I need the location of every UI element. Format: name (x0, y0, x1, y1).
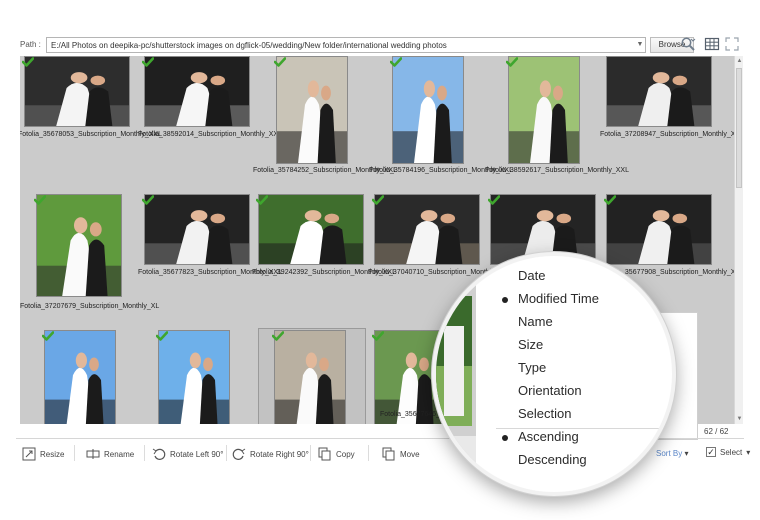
check-icon[interactable] (34, 195, 46, 205)
copy-icon (318, 447, 331, 461)
thumbnail-caption: Fotolia_37207679_Subscription_Monthly_XL (20, 303, 160, 310)
check-icon[interactable] (390, 57, 402, 67)
sort-option-size[interactable]: Size (518, 337, 543, 352)
rename-label: Rename (104, 449, 135, 459)
check-icon[interactable] (604, 195, 616, 205)
rotate-right-icon (232, 448, 246, 460)
rename-icon (86, 449, 100, 459)
thumbnail-caption: Fotolia_37208947_Subscription_Monthly_XX… (600, 131, 734, 138)
move-button[interactable]: Move (382, 445, 420, 463)
rotate-right-button[interactable]: Rotate Right 90° (232, 445, 309, 463)
path-bar: Path : E:/All Photos on deepika-pc/shutt… (20, 36, 740, 56)
rotate-right-label: Rotate Right 90° (250, 449, 309, 459)
thumbnail-caption: Fotolia_38592014_Subscription_Monthly_XX… (138, 131, 282, 138)
select-checkbox-icon: ✓ (706, 447, 716, 457)
check-icon[interactable] (506, 57, 518, 67)
magnified-sort-menu: Date Modified Time Name Size Type Orientation… (432, 252, 676, 496)
check-icon[interactable] (372, 331, 384, 341)
thumbnail-photo[interactable] (158, 330, 230, 424)
chevron-down-icon: ▾ (682, 449, 689, 458)
check-icon[interactable] (372, 195, 384, 205)
thumbnail-photo[interactable] (276, 56, 348, 164)
sort-order-ascending[interactable]: Ascending (518, 429, 579, 444)
magnified-photo-strip (436, 256, 476, 492)
rename-button[interactable]: Rename (86, 445, 134, 463)
thumbnail-caption: Fotolia_35677823_Subscription_Monthly_XX… (138, 269, 282, 276)
path-input[interactable]: E:/All Photos on deepika-pc/shutterstock… (46, 37, 646, 53)
move-icon (382, 447, 395, 461)
resize-button[interactable]: Resize (22, 445, 64, 463)
thumbnail-caption: Fotolia_35784196_Subscription_Monthly_XX… (369, 167, 513, 174)
thumbnail-photo[interactable] (508, 56, 580, 164)
sort-menu: Date Modified Time Name Size Type Orientation… (476, 256, 672, 492)
resize-label: Resize (40, 449, 65, 459)
thumbnail-photo[interactable] (374, 194, 480, 265)
thumbnail-caption: Fotolia_35784252_Subscription_Monthly_XX… (253, 167, 397, 174)
thumbnail-photo[interactable] (258, 194, 364, 265)
sort-option-orientation[interactable]: Orientation (518, 383, 582, 398)
chevron-down-icon: ▾ (746, 447, 751, 457)
thumbnail-caption: Fotolia_39242392_Subscription_Monthly_XX… (252, 269, 396, 276)
thumbnail-photo[interactable] (606, 56, 712, 127)
check-icon[interactable] (256, 195, 268, 205)
scroll-thumb[interactable] (736, 68, 742, 188)
thumbnail-photo[interactable] (44, 330, 116, 424)
check-icon[interactable] (272, 331, 284, 341)
rotate-left-button[interactable]: Rotate Left 90° (152, 445, 223, 463)
thumbnail-photo[interactable] (606, 194, 712, 265)
copy-label: Copy (336, 449, 355, 459)
thumbnail-photo[interactable] (24, 56, 130, 127)
grid-view-icon[interactable] (704, 36, 720, 52)
sort-order-descending[interactable]: Descending (518, 452, 587, 467)
thumbnail-photo[interactable] (274, 330, 346, 424)
check-icon[interactable] (274, 57, 286, 67)
check-icon[interactable] (142, 57, 154, 67)
selected-bullet-icon (502, 297, 508, 303)
check-icon[interactable] (142, 195, 154, 205)
check-icon[interactable] (488, 195, 500, 205)
thumbnail-photo[interactable] (144, 56, 250, 127)
thumbnail-photo[interactable] (144, 194, 250, 265)
selected-bullet-icon (502, 435, 508, 441)
copy-button[interactable]: Copy (318, 445, 355, 463)
scroll-down-icon[interactable]: ▼ (735, 414, 744, 424)
thumbnail-caption: Fotolia_38592617_Subscription_Monthly_XX… (485, 167, 629, 174)
thumbnail-photo[interactable] (36, 194, 122, 297)
sort-option-selection[interactable]: Selection (518, 406, 571, 421)
check-icon[interactable] (42, 331, 54, 341)
resize-icon (22, 447, 36, 461)
path-label: Path : (20, 40, 41, 49)
move-label: Move (400, 449, 420, 459)
select-button[interactable]: ✓ Select ▾ (706, 447, 750, 457)
sort-option-date[interactable]: Date (518, 268, 545, 283)
item-counter: 62 / 62 (704, 427, 729, 436)
scroll-up-icon[interactable]: ▲ (735, 56, 744, 66)
thumbnail-caption: Fotolia_35678053_Subscription_Monthly_XX… (20, 131, 162, 138)
check-icon[interactable] (156, 331, 168, 341)
rotate-left-label: Rotate Left 90° (170, 449, 224, 459)
sort-option-name[interactable]: Name (518, 314, 553, 329)
zoom-icon[interactable] (680, 36, 696, 52)
sort-option-modified-time[interactable]: Modified Time (518, 291, 599, 306)
path-dropdown-icon[interactable]: ▼ (634, 38, 646, 52)
grid-scrollbar[interactable]: ▲ ▼ (734, 56, 743, 424)
check-icon[interactable] (22, 57, 34, 67)
thumbnail-photo[interactable] (392, 56, 464, 164)
rotate-left-icon (152, 448, 166, 460)
fullscreen-icon[interactable] (724, 36, 740, 52)
sort-option-type[interactable]: Type (518, 360, 546, 375)
select-label: Select (720, 447, 743, 457)
